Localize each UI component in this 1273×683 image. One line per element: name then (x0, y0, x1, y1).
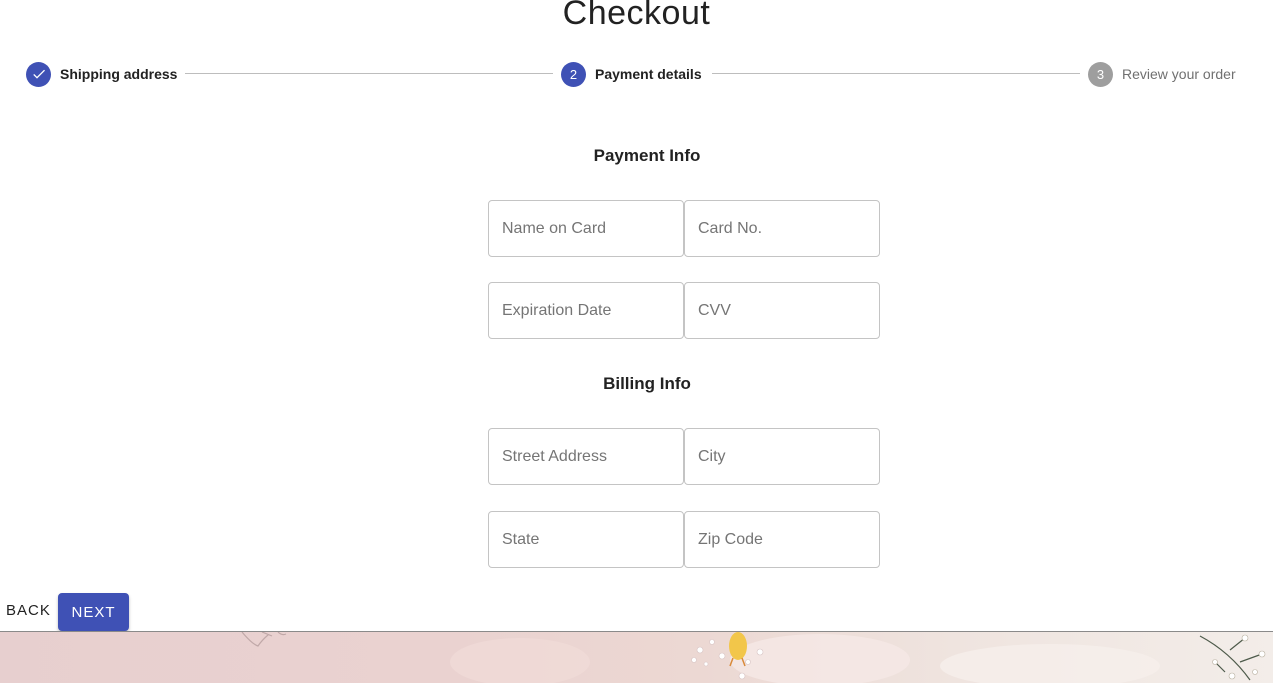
payment-info-heading: Payment Info (593, 146, 701, 165)
step-payment-details: 2 Payment details (561, 61, 702, 87)
step-completed-circle (26, 61, 51, 87)
check-icon (32, 69, 45, 79)
step-label-shipping: Shipping address (60, 66, 178, 82)
floral-illustration (241, 632, 1266, 683)
step-review-order: 3 Review your order (1088, 61, 1236, 87)
step-label-review: Review your order (1122, 66, 1236, 82)
back-button[interactable]: BACK (6, 602, 51, 619)
zip-code-input[interactable] (684, 511, 880, 568)
state-input[interactable] (488, 511, 684, 568)
city-input[interactable] (684, 428, 880, 485)
step-number-circle: 2 (561, 61, 586, 87)
street-address-input[interactable] (488, 428, 684, 485)
page-title: Checkout (562, 0, 711, 32)
footer-decorative-banner (0, 631, 1273, 683)
step-connector (185, 73, 553, 74)
card-number-input[interactable] (684, 200, 880, 257)
checkout-stepper: Shipping address 2 Payment details 3 Rev… (0, 61, 1273, 87)
step-shipping-address: Shipping address (26, 61, 177, 87)
next-button[interactable]: NEXT (58, 593, 129, 631)
expiration-date-input[interactable] (488, 282, 684, 339)
name-on-card-input[interactable] (488, 200, 684, 257)
step-connector (712, 73, 1080, 74)
billing-info-heading: Billing Info (603, 374, 691, 393)
step-label-payment: Payment details (595, 66, 702, 82)
cvv-input[interactable] (684, 282, 880, 339)
step-number-circle: 3 (1088, 61, 1113, 87)
